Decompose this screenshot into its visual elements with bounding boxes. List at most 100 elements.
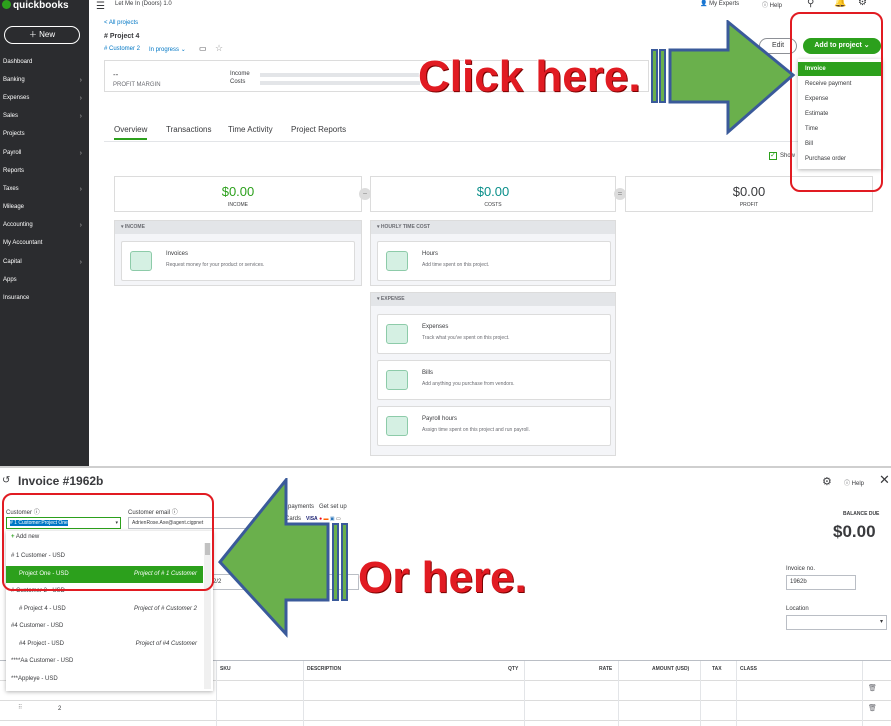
drag-handle-icon[interactable]: ⠿ xyxy=(18,704,22,711)
chevron-right-icon: › xyxy=(79,186,82,193)
tab-time-activity[interactable]: Time Activity xyxy=(228,125,273,134)
settings-icon[interactable]: ⚙ xyxy=(822,475,832,488)
payroll-hours-item[interactable]: Payroll hours Assign time spent on this … xyxy=(377,406,611,446)
sidebar-item-projects[interactable]: Projects xyxy=(3,131,85,137)
expense-panel-header[interactable]: ▾ EXPENSE xyxy=(371,293,615,306)
show-checkbox[interactable]: ✓ xyxy=(769,152,777,160)
col-description: DESCRIPTION xyxy=(307,666,342,672)
star-icon[interactable]: ☆ xyxy=(215,43,223,54)
location-label: Location xyxy=(786,606,809,612)
income-amount: $0.00 xyxy=(221,184,255,199)
sidebar-item-accounting[interactable]: Accounting › xyxy=(3,222,85,229)
sidebar-item-apps[interactable]: Apps xyxy=(3,277,85,283)
close-icon[interactable]: ✕ xyxy=(879,472,890,488)
customer-option-parent: Project of # Customer 2 xyxy=(133,605,197,612)
sidebar-item-payroll[interactable]: Payroll › xyxy=(3,150,85,157)
invoice-title: Invoice #1962b xyxy=(18,474,104,488)
hours-item[interactable]: Hours Add time spent on this project. xyxy=(377,241,611,281)
invoice-no-field[interactable]: 1962b xyxy=(786,575,856,590)
comment-icon[interactable]: ▭ xyxy=(199,44,207,53)
tab-project-reports[interactable]: Project Reports xyxy=(291,125,346,134)
customer-option[interactable]: #4 Customer - USD xyxy=(6,618,203,635)
profit-margin-value: -- xyxy=(113,70,119,79)
customer-option-label: ****Aa Customer - USD xyxy=(11,658,74,664)
sidebar-item-banking[interactable]: Banking › xyxy=(3,77,85,84)
col-line xyxy=(618,661,619,726)
payroll-icon xyxy=(386,416,408,436)
costs-card: $0.00 COSTS xyxy=(370,176,616,212)
location-select[interactable]: ▾ xyxy=(786,615,887,630)
hourly-panel: ▾ HOURLY TIME COST Hours Add time spent … xyxy=(370,220,616,286)
customer-option[interactable]: ****Aa Customer - USD xyxy=(6,653,203,670)
col-line xyxy=(303,661,304,726)
notification-icon[interactable]: 🔔 xyxy=(834,0,846,8)
sidebar-item-mileage[interactable]: Mileage xyxy=(3,204,85,210)
highlight-box-top xyxy=(790,12,883,192)
customer-option[interactable]: # Project 4 - USD Project of # Customer 2 xyxy=(6,601,203,618)
trash-icon[interactable]: 🗑 xyxy=(868,684,877,692)
invoice-icon xyxy=(130,251,152,271)
bills-item[interactable]: Bills Add anything you purchase from ven… xyxy=(377,360,611,400)
hourly-panel-header[interactable]: ▾ HOURLY TIME COST xyxy=(371,221,615,234)
sidebar-item-label: Reports xyxy=(3,168,25,174)
trash-icon[interactable]: 🗑 xyxy=(868,704,877,712)
chevron-down-icon: ▾ xyxy=(879,619,883,625)
tab-divider xyxy=(104,141,874,142)
highlight-box-bottom xyxy=(2,493,214,591)
chevron-right-icon: › xyxy=(79,113,82,120)
sidebar-item-my-accountant[interactable]: My Accountant xyxy=(3,240,85,246)
sidebar-item-reports[interactable]: Reports xyxy=(3,168,85,174)
sidebar-item-insurance[interactable]: Insurance xyxy=(3,295,85,301)
sidebar-item-label: Mileage xyxy=(3,204,25,210)
row-line xyxy=(0,720,891,721)
company-name: Let Me In (Doors) 1.0 xyxy=(115,1,172,7)
col-line xyxy=(524,661,525,726)
invoice-help[interactable]: ⓘ Help xyxy=(844,478,864,487)
tab-overview[interactable]: Overview xyxy=(114,125,148,140)
sidebar-item-taxes[interactable]: Taxes › xyxy=(3,186,85,193)
gear-icon[interactable]: ⚙ xyxy=(858,0,867,8)
customer-option-label: #4 Customer - USD xyxy=(11,623,64,629)
hours-icon xyxy=(386,251,408,271)
sidebar: quickbooks ＋ New Dashboard Banking › Expens… xyxy=(0,0,89,466)
customer-link[interactable]: # Customer 2 xyxy=(104,46,140,52)
quickbooks-logo[interactable]: quickbooks xyxy=(2,0,69,11)
chevron-right-icon: › xyxy=(79,150,82,157)
search-icon[interactable]: ⚲ xyxy=(807,0,814,9)
sidebar-item-expenses[interactable]: Expenses › xyxy=(3,95,85,102)
balance-due-label: BALANCE DUE xyxy=(843,511,880,517)
income-panel: ▾ INCOME Invoices Request money for your… xyxy=(114,220,362,286)
new-button[interactable]: ＋ New xyxy=(4,26,80,44)
costs-card-label: COSTS xyxy=(484,202,502,208)
col-qty: QTY xyxy=(508,666,519,672)
chevron-right-icon: › xyxy=(79,222,82,229)
sidebar-item-dashboard[interactable]: Dashboard xyxy=(3,59,85,65)
income-panel-header[interactable]: ▾ INCOME xyxy=(115,221,361,234)
history-icon[interactable]: ↺ xyxy=(2,475,10,486)
income-card-label: INCOME xyxy=(228,202,248,208)
col-line xyxy=(216,661,217,726)
sidebar-item-capital[interactable]: Capital › xyxy=(3,259,85,266)
callout-or-here: Or here. xyxy=(358,553,527,602)
sidebar-item-sales[interactable]: Sales › xyxy=(3,113,85,120)
tab-transactions[interactable]: Transactions xyxy=(166,125,212,134)
menu-icon[interactable]: ☰ xyxy=(96,1,105,12)
sidebar-item-label: Sales xyxy=(3,113,19,119)
sidebar-item-label: Dashboard xyxy=(3,59,33,65)
expenses-item[interactable]: Expenses Track what you've spent on this… xyxy=(377,314,611,354)
sidebar-item-label: Payroll xyxy=(3,150,22,156)
breadcrumb[interactable]: < All projects xyxy=(104,20,138,26)
customer-option[interactable]: ***Appleye - USD xyxy=(6,671,203,688)
expenses-icon xyxy=(386,324,408,344)
invoices-item-desc: Request money for your product or servic… xyxy=(166,262,265,268)
my-experts-link[interactable]: 👤 My Experts xyxy=(700,0,739,7)
project-page: quickbooks ＋ New Dashboard Banking › Expens… xyxy=(0,0,891,466)
hours-item-desc: Add time spent on this project. xyxy=(422,262,490,268)
help-link[interactable]: ⓘ Help xyxy=(762,0,782,9)
col-line xyxy=(862,661,863,726)
invoices-item[interactable]: Invoices Request money for your product … xyxy=(121,241,355,281)
customer-option[interactable]: #4 Project - USD Project of #4 Customer xyxy=(6,636,203,653)
status-dropdown[interactable]: In progress ⌄ xyxy=(149,46,186,53)
costs-bar xyxy=(260,81,420,85)
chevron-right-icon: › xyxy=(79,259,82,266)
